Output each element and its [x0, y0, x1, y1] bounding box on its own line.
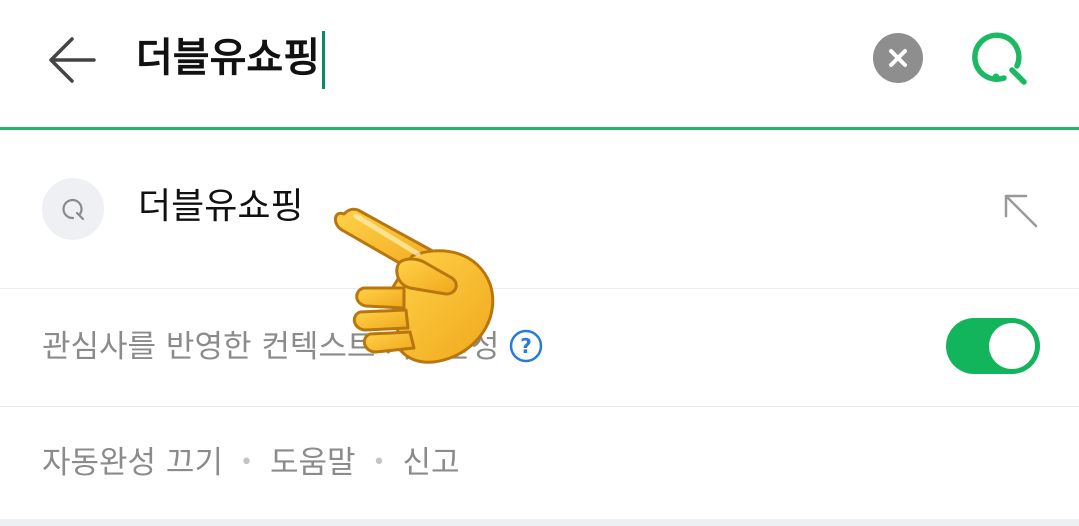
- divider: [0, 288, 1079, 289]
- bottom-gray-strip: [0, 519, 1079, 526]
- context-autocomplete-setting: 관심사를 반영한 컨텍스트 자동완성?: [0, 290, 1079, 406]
- arrow-up-left-icon: [1004, 194, 1038, 228]
- svg-text:?: ?: [521, 334, 533, 358]
- suggestion-icon-badge: [42, 178, 104, 240]
- arrow-left-icon: [49, 37, 96, 83]
- search-icon: [972, 32, 1027, 85]
- separator-dot: •: [239, 450, 253, 475]
- suggestion-text: 더블유쇼핑: [138, 186, 304, 227]
- back-button[interactable]: [46, 34, 98, 86]
- close-icon: [889, 49, 907, 67]
- report-link[interactable]: 신고: [403, 445, 460, 481]
- text-caret: [322, 31, 325, 89]
- suggestion-item[interactable]: 더블유쇼핑: [0, 130, 1079, 288]
- footer-links-row: 자동완성 끄기 • 도움말 • 신고: [0, 407, 1079, 519]
- help-circle-icon: ?: [510, 329, 543, 362]
- clear-button[interactable]: [873, 33, 923, 83]
- toggle-knob: [989, 323, 1035, 369]
- help-link[interactable]: 도움말: [270, 445, 356, 481]
- autocomplete-off-link[interactable]: 자동완성 끄기: [42, 445, 223, 481]
- separator-dot: •: [372, 450, 386, 475]
- pointing-hand-icon: [334, 207, 495, 364]
- fill-query-button[interactable]: [1000, 190, 1040, 230]
- search-icon: [62, 198, 85, 221]
- search-bar: 더블유쇼핑: [0, 0, 1079, 127]
- search-query-text: 더블유쇼핑: [136, 35, 320, 81]
- footer-links: 자동완성 끄기 • 도움말 • 신고: [42, 440, 460, 486]
- context-autocomplete-toggle[interactable]: [946, 318, 1040, 374]
- search-submit-button[interactable]: [966, 24, 1034, 92]
- search-input[interactable]: 더블유쇼핑: [136, 28, 325, 89]
- help-button[interactable]: ?: [509, 329, 543, 363]
